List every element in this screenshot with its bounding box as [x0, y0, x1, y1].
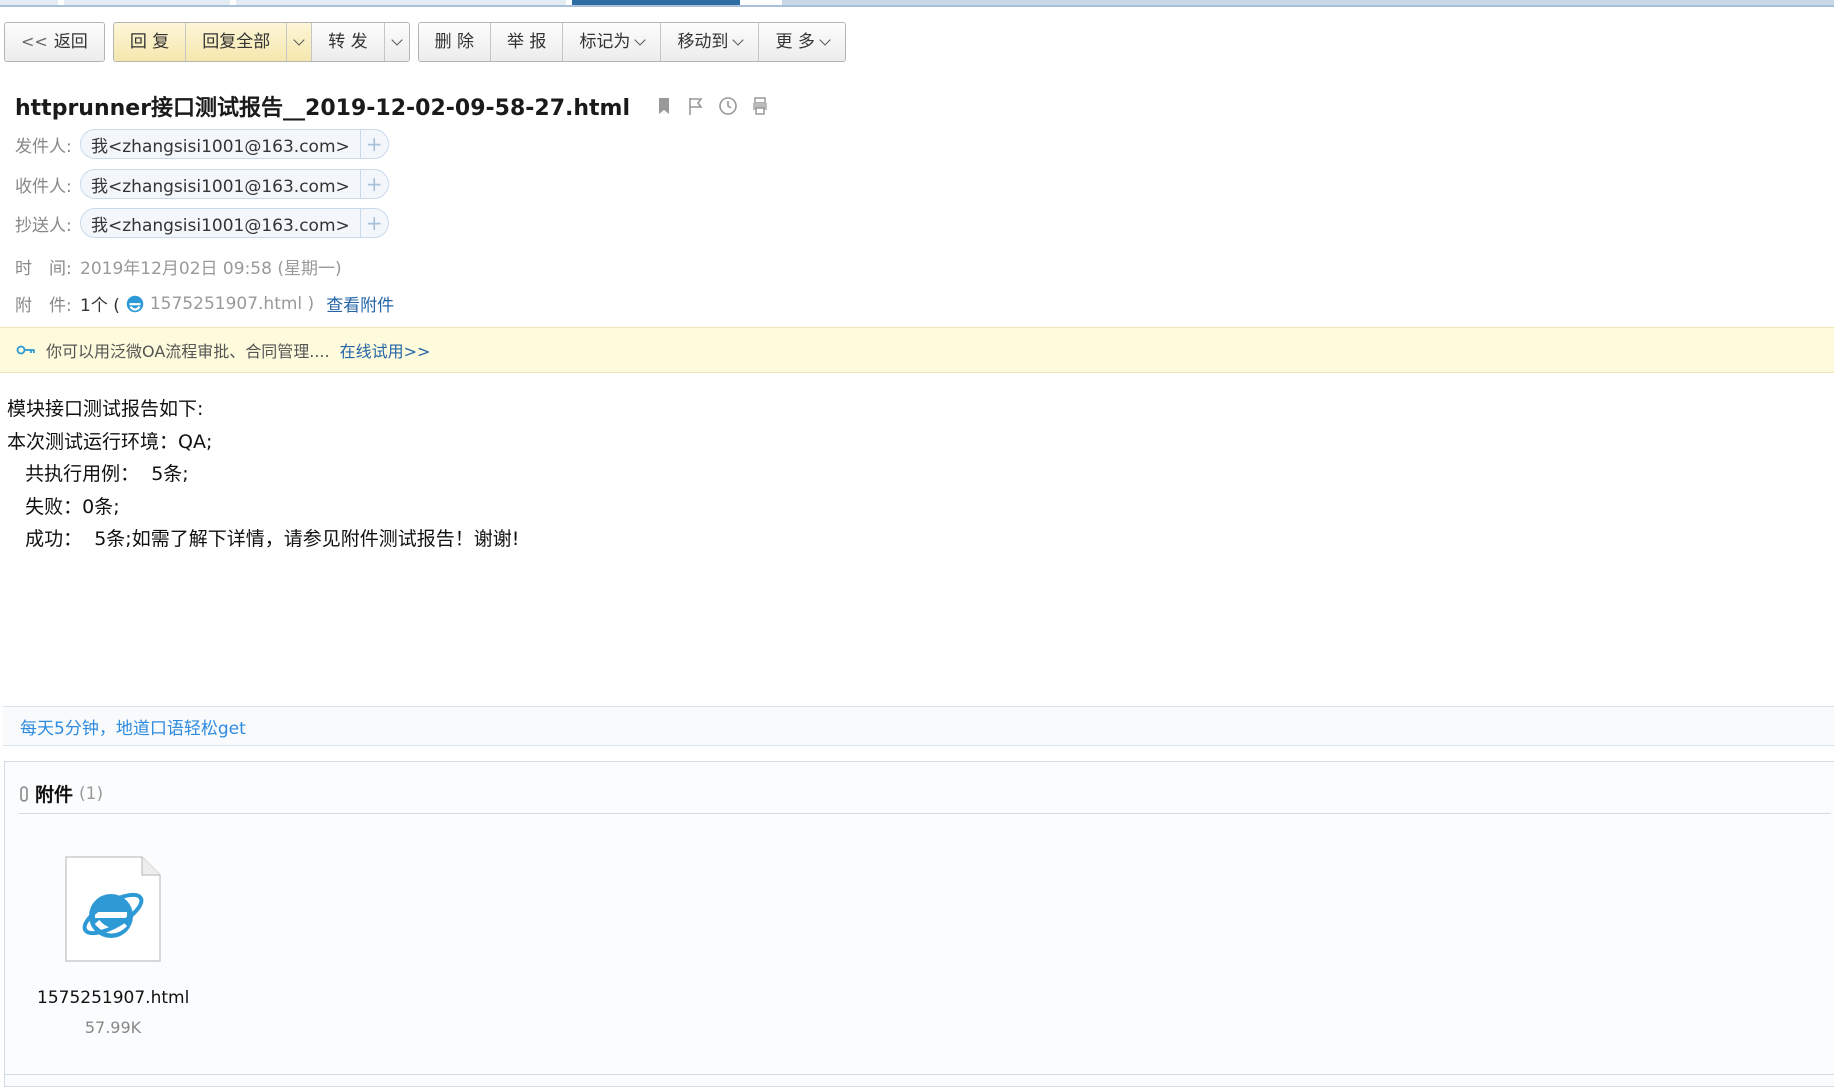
attachment-count: 1个 ( [80, 296, 120, 316]
to-address: 我<zhangsisi1001@163.com> [91, 176, 350, 197]
flag-icon[interactable] [686, 96, 706, 116]
email-body: 模块接口测试报告如下: 本次测试运行环境：QA; 共执行用例： 5条; 失败：0… [7, 393, 519, 556]
ad-link[interactable]: 每天5分钟，地道口语轻松get [20, 714, 246, 739]
body-line: 共执行用例： 5条; [7, 463, 189, 485]
report-button[interactable]: 举 报 [491, 23, 564, 61]
promo-text: 你可以用泛微OA流程审批、合同管理.... [46, 342, 330, 361]
sent-time: 2019年12月02日 09:58 (星期一) [80, 259, 342, 279]
attachments-header: 附件 (1) [19, 774, 1831, 814]
attachment-label: 附 件: [15, 296, 72, 316]
view-attachments-link[interactable]: 查看附件 [326, 291, 394, 316]
delete-button[interactable]: 删 除 [418, 23, 492, 61]
body-line: 失败：0条; [7, 495, 120, 518]
attachment-filename[interactable]: 1575251907.html ) [150, 294, 314, 314]
paperclip-icon [20, 785, 28, 802]
move-to-label: 移动到 [677, 32, 729, 52]
forward-dropdown[interactable] [384, 23, 409, 61]
email-subject-row: httprunner接口测试报告__2019-12-02-09-58-27.ht… [15, 90, 770, 122]
promo-notice-bar: 你可以用泛微OA流程审批、合同管理.... 在线试用>> [0, 327, 1834, 373]
email-subject: httprunner接口测试报告__2019-12-02-09-58-27.ht… [15, 96, 631, 121]
chevron-down-icon [819, 33, 831, 46]
add-contact-plus-icon[interactable]: + [359, 209, 388, 237]
print-icon[interactable] [750, 96, 770, 116]
to-label: 收件人: [15, 176, 72, 197]
divider [4, 1074, 1834, 1075]
from-address-chip[interactable]: 我<zhangsisi1001@163.com> + [80, 129, 389, 159]
chevron-down-icon [634, 33, 647, 46]
to-address-chip[interactable]: 我<zhangsisi1001@163.com> + [80, 169, 389, 199]
tab-strip-line [0, 5, 1834, 7]
chevron-down-icon [293, 33, 305, 46]
mark-as-button[interactable]: 标记为 [563, 23, 662, 61]
double-chevron-left-icon: << [21, 32, 48, 51]
attachment-file-name[interactable]: 1575251907.html [37, 988, 189, 1008]
cc-label: 抄送人: [15, 215, 72, 236]
more-button[interactable]: 更 多 [759, 23, 845, 61]
bookmark-icon[interactable] [654, 96, 674, 116]
ie-file-icon [126, 295, 144, 312]
time-row: 时 间: 2019年12月02日 09:58 (星期一) [15, 254, 342, 279]
attachment-row: 附 件: 1个 ( 1575251907.html ) 查看附件 [15, 291, 394, 317]
attachment-file-size: 57.99K [84, 1018, 142, 1037]
promo-try-link[interactable]: 在线试用>> [340, 338, 431, 362]
cc-row: 抄送人: 我<zhangsisi1001@163.com> + [15, 208, 389, 238]
attachments-count: (1) [79, 783, 104, 804]
time-label: 时 间: [15, 259, 72, 279]
cc-address: 我<zhangsisi1001@163.com> [91, 215, 350, 236]
top-tab-strip [0, 0, 1834, 8]
body-line: 成功： 5条;如需了解下详情，请参见附件测试报告！谢谢! [7, 528, 520, 550]
chevron-down-icon [732, 33, 745, 46]
to-row: 收件人: 我<zhangsisi1001@163.com> + [15, 169, 389, 199]
cc-address-chip[interactable]: 我<zhangsisi1001@163.com> + [80, 208, 389, 238]
reply-button[interactable]: 回 复 [113, 23, 187, 61]
action-group: 删 除 举 报 标记为 移动到 更 多 [417, 22, 846, 62]
from-row: 发件人: 我<zhangsisi1001@163.com> + [15, 129, 389, 159]
body-line: 模块接口测试报告如下: [7, 398, 204, 420]
reply-all-button[interactable]: 回复全部 [186, 23, 288, 61]
from-label: 发件人: [15, 136, 72, 157]
add-contact-plus-icon[interactable]: + [359, 130, 388, 158]
body-line: 本次测试运行环境：QA; [7, 430, 213, 453]
attachment-item[interactable]: 1575251907.html 57.99K [37, 856, 189, 1037]
attachments-panel: 附件 (1) 1575251907.html 57.99K [4, 761, 1834, 1087]
ad-bar: 每天5分钟，地道口语轻松get [3, 706, 1834, 746]
reply-group: 回 复 回复全部 转 发 [112, 22, 410, 62]
mail-toolbar: << 返回 回 复 回复全部 转 发 删 除 举 报 标记为 移动到 更 多 [4, 22, 846, 62]
forward-button[interactable]: 转 发 [312, 23, 385, 61]
add-contact-plus-icon[interactable]: + [359, 170, 388, 198]
more-label: 更 多 [775, 32, 815, 52]
html-file-icon[interactable] [65, 856, 161, 962]
attachments-title: 附件 [35, 784, 74, 806]
move-to-button[interactable]: 移动到 [661, 23, 760, 61]
back-label: 返回 [53, 32, 88, 52]
clock-icon[interactable] [718, 96, 738, 116]
mark-as-label: 标记为 [579, 32, 631, 52]
from-address: 我<zhangsisi1001@163.com> [91, 136, 350, 157]
key-icon [16, 345, 35, 355]
back-group: << 返回 [4, 22, 105, 62]
back-button[interactable]: << 返回 [5, 23, 104, 61]
chevron-down-icon [390, 33, 403, 46]
reply-all-dropdown[interactable] [287, 23, 313, 61]
